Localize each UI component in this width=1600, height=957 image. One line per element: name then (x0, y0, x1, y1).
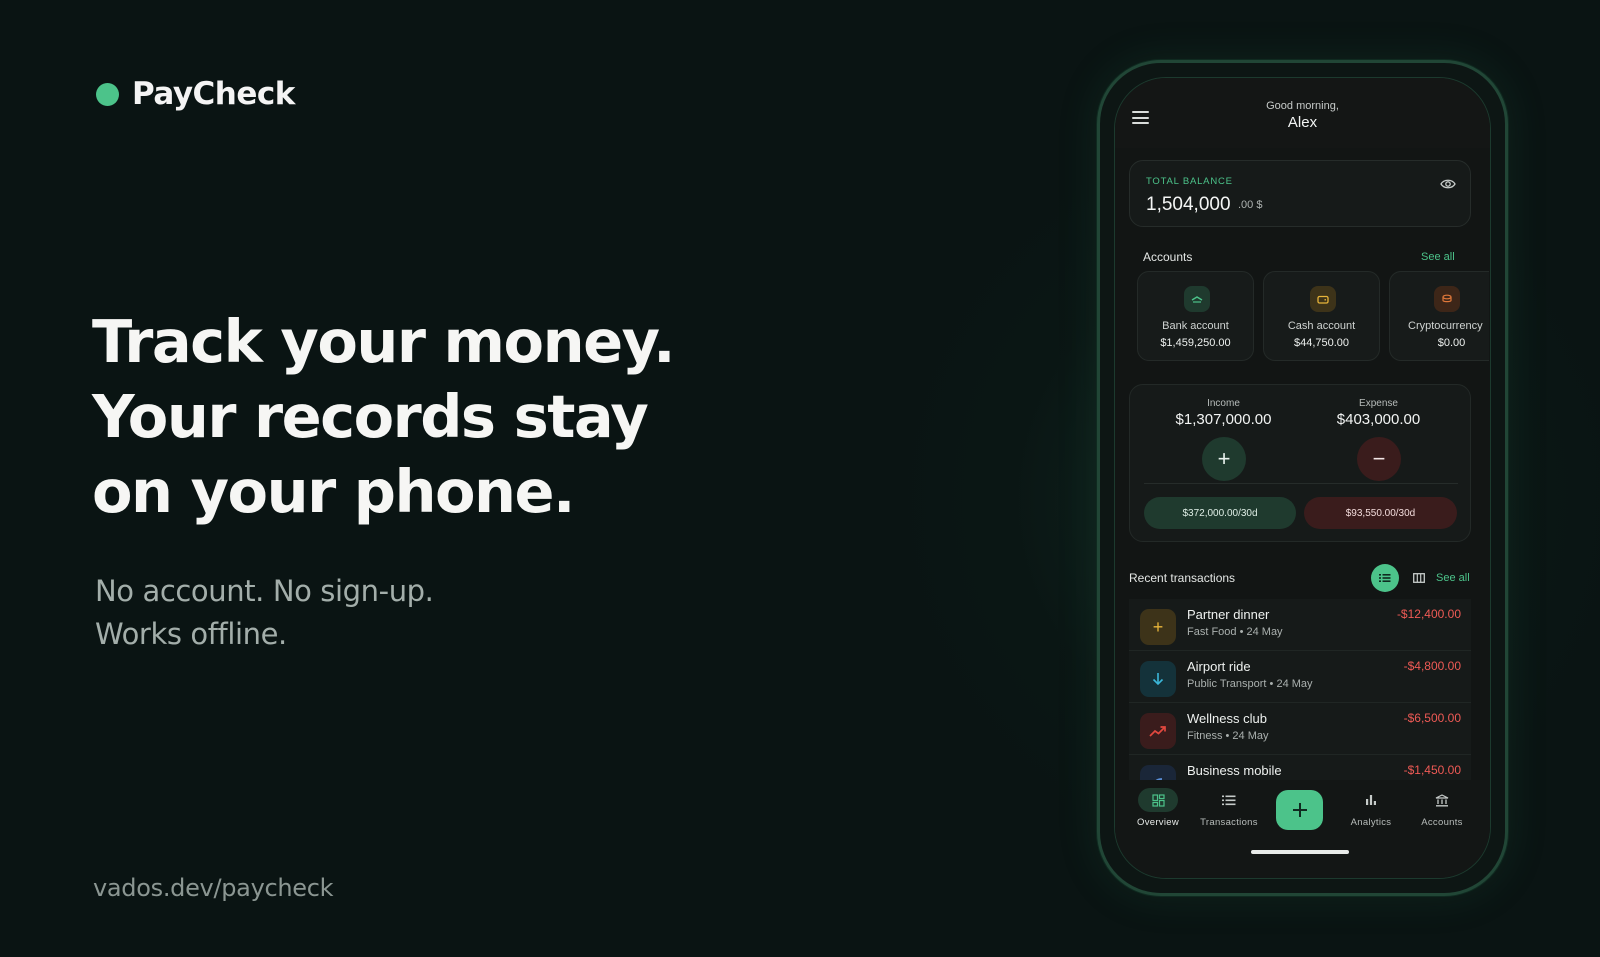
expense-value: $403,000.00 (1336, 411, 1421, 428)
user-name: Alex (1287, 114, 1318, 131)
balance-decimals: .00 $ (1238, 199, 1263, 211)
income-expense-card: Income $1,307,000.00 + Expense $403,000.… (1129, 384, 1471, 542)
accounts-see-all-link[interactable]: See all (1421, 251, 1455, 263)
coins-icon (1434, 286, 1460, 312)
balance-label: TOTAL BALANCE (1146, 176, 1233, 187)
transaction-amount: -$6,500.00 (1403, 711, 1461, 725)
list-icon (1209, 788, 1249, 812)
list-view-toggle[interactable] (1371, 564, 1399, 592)
transaction-amount: -$4,800.00 (1403, 659, 1461, 673)
greeting-text: Good morning, (1266, 100, 1339, 112)
app-header: Good morning, Alex (1115, 78, 1490, 148)
transaction-row[interactable]: Airport ride Public Transport • 24 May -… (1129, 651, 1471, 703)
account-amount: $1,459,250.00 (1160, 337, 1231, 349)
brand-dot-icon (96, 82, 119, 106)
subline-line-2: Works offline. (95, 617, 287, 651)
income-value: $1,307,000.00 (1175, 411, 1272, 428)
nav-item-analytics[interactable]: Analytics (1336, 788, 1406, 828)
nav-item-transactions[interactable]: Transactions (1194, 788, 1264, 828)
transaction-meta: Public Transport • 24 May (1187, 678, 1313, 690)
transaction-row[interactable]: Wellness club Fitness • 24 May -$6,500.0… (1129, 703, 1471, 755)
add-expense-button[interactable]: − (1357, 437, 1401, 481)
expense-period-badge: $93,550.00/30d (1304, 497, 1457, 529)
bank-icon (1184, 286, 1210, 312)
home-indicator (1251, 850, 1349, 854)
transaction-name: Wellness club (1187, 711, 1267, 726)
recent-transactions-title: Recent transactions (1129, 571, 1236, 585)
eye-icon[interactable] (1440, 178, 1456, 190)
account-amount: $0.00 (1437, 337, 1466, 349)
transaction-name: Partner dinner (1187, 607, 1270, 622)
wallet-icon (1310, 286, 1336, 312)
total-balance-card[interactable]: TOTAL BALANCE 1,504,000 .00 $ (1129, 160, 1471, 227)
list-icon (1379, 574, 1391, 582)
minus-icon: − (1372, 446, 1386, 471)
account-name: Cash account (1287, 320, 1356, 332)
income-period-badge: $372,000.00/30d (1144, 497, 1296, 529)
account-amount: $44,750.00 (1293, 337, 1350, 349)
phone-screen: Good morning, Alex TOTAL BALANCE 1,504,0… (1114, 77, 1491, 879)
transaction-amount: -$12,400.00 (1396, 607, 1461, 621)
transaction-meta: Fast Food • 24 May (1187, 626, 1283, 638)
transaction-name: Airport ride (1187, 659, 1251, 674)
headline-line-3: on your phone. (92, 457, 575, 526)
nav-label: Accounts (1421, 817, 1463, 828)
nav-label: Analytics (1350, 817, 1392, 828)
brand-name: PayCheck (132, 76, 295, 112)
account-name: Bank account (1162, 320, 1229, 332)
balance-amount: 1,504,000 (1146, 194, 1231, 215)
transactions-see-all-link[interactable]: See all (1436, 572, 1470, 584)
headline-line-1: Track your money. (92, 307, 676, 376)
brand-logo: PayCheck (96, 76, 295, 112)
phone-mockup: Good morning, Alex TOTAL BALANCE 1,504,0… (1097, 60, 1508, 896)
account-card-cash[interactable]: Cash account $44,750.00 (1263, 271, 1380, 361)
arrow-down-icon (1140, 661, 1176, 697)
account-name: Cryptocurrency (1408, 320, 1483, 332)
transaction-amount: -$1,450.00 (1403, 763, 1461, 777)
dashboard-icon (1138, 788, 1178, 812)
trend-up-icon (1140, 713, 1176, 749)
site-url-link[interactable]: vados.dev/paycheck (93, 874, 334, 902)
grid-view-toggle[interactable] (1405, 564, 1433, 592)
hero-headline: Track your money. Your records stay on y… (92, 304, 676, 529)
bank-icon (1422, 788, 1462, 812)
nav-label: Overview (1137, 817, 1179, 828)
transaction-name: Business mobile (1187, 763, 1282, 778)
transaction-row[interactable]: + Partner dinner Fast Food • 24 May -$12… (1129, 599, 1471, 651)
nav-item-accounts[interactable]: Accounts (1407, 788, 1477, 828)
add-transaction-fab[interactable] (1276, 790, 1323, 830)
flow-divider (1144, 483, 1458, 484)
plus-icon: + (1217, 446, 1231, 471)
add-income-button[interactable]: + (1202, 437, 1246, 481)
income-label: Income (1207, 398, 1240, 409)
subline-line-1: No account. No sign-up. (95, 574, 434, 608)
plus-icon: + (1140, 609, 1176, 645)
hero-subline: No account. No sign-up. Works offline. (95, 570, 434, 656)
transaction-meta: Fitness • 24 May (1187, 730, 1269, 742)
expense-label: Expense (1359, 398, 1398, 409)
plus-icon (1292, 803, 1307, 817)
accounts-title: Accounts (1143, 250, 1193, 264)
account-card-bank[interactable]: Bank account $1,459,250.00 (1137, 271, 1254, 361)
nav-item-overview[interactable]: Overview (1123, 788, 1193, 828)
bar-chart-icon (1351, 788, 1391, 812)
columns-icon (1413, 573, 1425, 583)
nav-label: Transactions (1200, 817, 1258, 828)
account-card-crypto[interactable]: Cryptocurrency $0.00 (1389, 271, 1489, 361)
headline-line-2: Your records stay (92, 382, 649, 451)
bottom-navigation: Overview Transactions Analytics Accounts (1115, 780, 1490, 878)
